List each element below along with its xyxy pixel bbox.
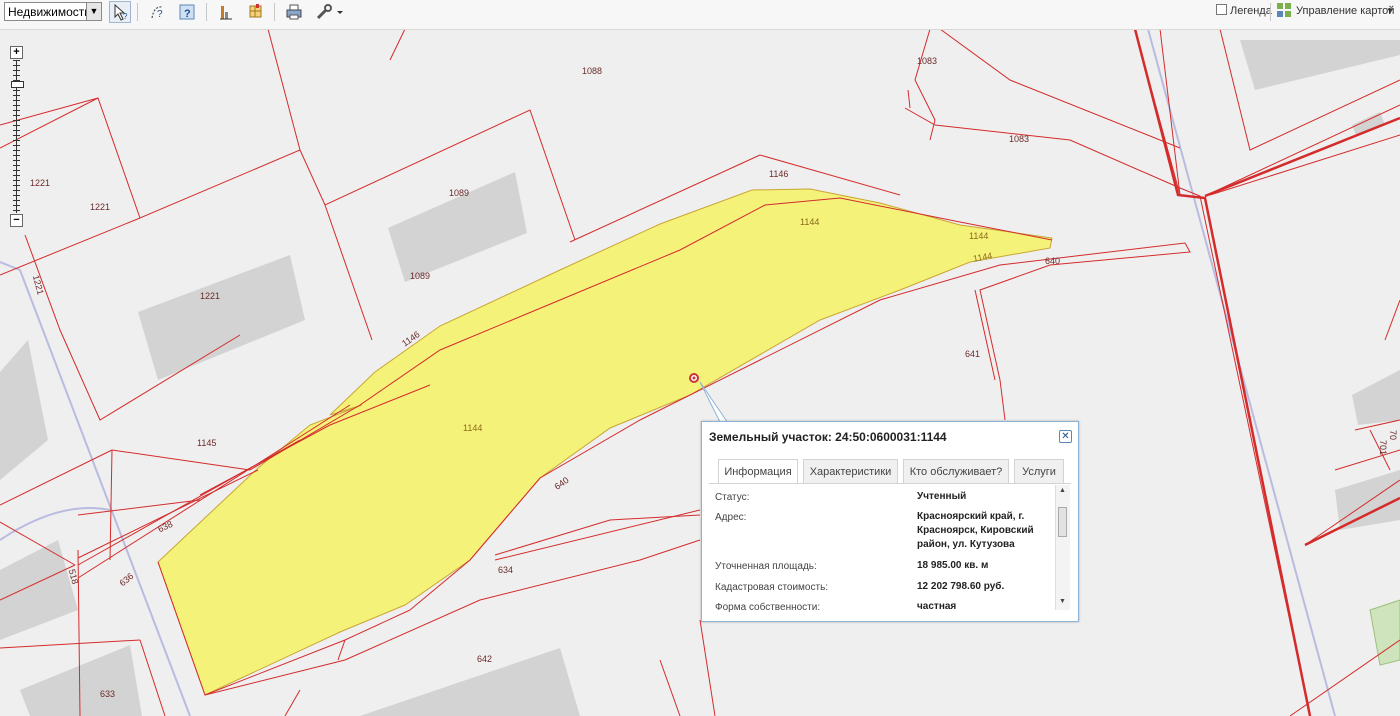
- scroll-down-icon[interactable]: ▼: [1059, 598, 1066, 605]
- tab-information[interactable]: Информация: [718, 459, 798, 483]
- info-label-cadastral-value: Кадастровая стоимость:: [715, 582, 829, 593]
- parcel-label: 1221: [200, 291, 220, 301]
- info-value-status: Учтенный: [917, 491, 967, 502]
- layer-select-value: Недвижимость: [8, 5, 91, 19]
- location-marker-icon[interactable]: [689, 373, 699, 383]
- parcel-label: 640: [1045, 256, 1060, 266]
- zoom-in-button[interactable]: +: [10, 46, 23, 59]
- close-icon[interactable]: ✕: [1059, 430, 1072, 443]
- parcel-label: 1145: [197, 438, 216, 448]
- parcel-label: 1083: [917, 56, 937, 66]
- parcel-label: 701: [1378, 440, 1388, 455]
- tab-who-serves[interactable]: Кто обслуживает?: [903, 459, 1009, 483]
- info-value-ownership: частная: [917, 601, 957, 612]
- parcel-label: 642: [477, 654, 492, 664]
- parcel-label: 1083: [1009, 134, 1029, 144]
- legend-label: Легенда: [1230, 5, 1272, 17]
- chevron-down-icon[interactable]: ▼: [1386, 6, 1394, 15]
- parcel-label: 1144: [969, 231, 988, 241]
- zoom-out-button[interactable]: −: [10, 214, 23, 227]
- svg-text:?: ?: [123, 12, 128, 21]
- parcel-label: 1144: [463, 423, 482, 433]
- parcel-label: 638: [156, 519, 174, 534]
- parcel-label: 636: [117, 571, 135, 588]
- parcel-label: 1088: [582, 66, 602, 76]
- select-arrow-icon[interactable]: ?: [109, 1, 131, 23]
- parcel-label: 1144: [800, 217, 819, 227]
- info-label-ownership: Форма собственности:: [715, 602, 821, 612]
- layers-icon[interactable]: [245, 1, 267, 23]
- parcel-label: 1221: [30, 178, 50, 188]
- popup-info-body: Статус: Учтенный Адрес: Красноярский кра…: [709, 485, 1071, 612]
- map-canvas: 1088 1083 1083 1221 1221 1221 1221 1089 …: [0, 29, 1400, 716]
- parcel-label: 1089: [449, 188, 469, 198]
- map-control-button[interactable]: Управление картой: [1296, 5, 1394, 17]
- parcel-label: 640: [553, 475, 571, 492]
- identify-icon[interactable]: ?: [147, 1, 169, 23]
- scrollbar-thumb[interactable]: [1058, 507, 1067, 537]
- parcel-label: 1144: [972, 250, 993, 263]
- parcel-info-popup: Земельный участок: 24:50:0600031:1144 ✕ …: [701, 421, 1079, 622]
- tab-services[interactable]: Услуги: [1014, 459, 1064, 483]
- svg-text:?: ?: [157, 9, 163, 20]
- parcel-label: 1146: [769, 169, 788, 179]
- legend-checkbox[interactable]: [1216, 4, 1227, 15]
- cadastral-map[interactable]: 1088 1083 1083 1221 1221 1221 1221 1089 …: [0, 29, 1400, 716]
- popup-title: Земельный участок: 24:50:0600031:1144: [709, 430, 947, 444]
- parcel-label: 633: [100, 689, 115, 699]
- info-label-area: Уточненная площадь:: [715, 561, 817, 572]
- map-control-icon[interactable]: [1277, 3, 1291, 17]
- popup-scrollbar[interactable]: ▲ ▼: [1055, 485, 1070, 610]
- chevron-down-icon[interactable]: ▼: [86, 3, 101, 20]
- help-query-icon[interactable]: ?: [176, 1, 198, 23]
- parcel-label: 70: [1388, 430, 1398, 440]
- popup-pointer: [699, 381, 731, 427]
- info-value-area: 18 985.00 кв. м: [917, 560, 989, 571]
- layer-select[interactable]: Недвижимость ▼: [4, 2, 102, 21]
- print-icon[interactable]: [283, 1, 305, 23]
- info-label-address: Адрес:: [715, 512, 747, 523]
- parcel-label: 1221: [31, 274, 46, 296]
- zoom-slider-handle[interactable]: [11, 81, 24, 88]
- info-value-cadastral-value: 12 202 798.60 руб.: [917, 581, 1005, 592]
- parcel-label: 641: [965, 349, 980, 359]
- info-label-status: Статус:: [715, 492, 750, 503]
- scroll-up-icon[interactable]: ▲: [1059, 487, 1066, 494]
- toolbar: Недвижимость ▼ ? ? ? Легенда Управление …: [0, 0, 1400, 30]
- svg-text:?: ?: [184, 8, 191, 20]
- parcel-label: 1089: [410, 271, 430, 281]
- green-area: [1369, 599, 1400, 666]
- parcel-label: 634: [498, 565, 513, 575]
- info-value-address: Красноярский край, г. Красноярск, Кировс…: [917, 511, 1034, 550]
- tab-characteristics[interactable]: Характеристики: [803, 459, 898, 483]
- parcel-label: 1221: [90, 202, 110, 212]
- tools-icon[interactable]: [313, 1, 345, 23]
- measure-icon[interactable]: [215, 1, 237, 23]
